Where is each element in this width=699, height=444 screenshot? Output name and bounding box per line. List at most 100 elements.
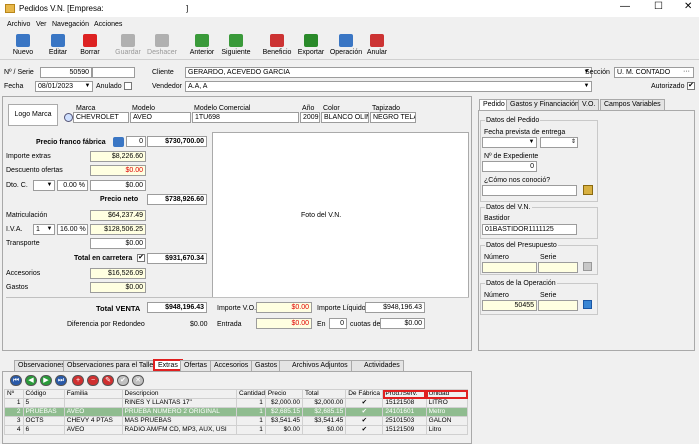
oper-open-icon[interactable] [583,300,592,309]
col-total[interactable]: Total [301,389,347,399]
fecha-entrega-dropdown-icon[interactable]: ▼ [527,138,536,147]
tab-campos-variables[interactable]: Campos Variables [600,99,665,110]
table-row[interactable]: 4 6 AVEO RADIO AM/FM CD, MP3, AUX, USI 1 $0.0… [4,425,469,435]
tab-gastos[interactable]: Gastos [251,360,282,371]
iva-dropdown-icon[interactable]: ▼ [45,225,54,234]
autorizado-checkbox[interactable]: ✔ [687,82,695,90]
borrar-button[interactable]: Borrar [71,30,109,68]
carretera-checkbox[interactable]: ✔ [137,254,145,262]
nav-prev-button[interactable]: ◀ [25,375,37,386]
siguiente-button[interactable]: Siguiente [217,30,255,68]
col-codigo[interactable]: Código [22,389,65,399]
modelo-comercial-field[interactable]: 1TU698 [192,112,299,123]
tab-vo[interactable]: V.O. [578,99,600,110]
guardar-button[interactable]: Guardar [109,30,147,68]
importe-vo-label: Importe V.O. [217,305,257,312]
gastos-field: $0.00 [90,282,146,293]
tab-accesorios[interactable]: Accesorios [210,360,253,371]
anio-field[interactable]: 2009 [300,112,320,123]
cancel-row-button[interactable]: ✕ [132,375,144,386]
franco-field[interactable]: $730,700.00 [147,136,207,147]
col-num[interactable]: Nº [4,389,24,399]
menu-archivo[interactable]: Archivo [7,20,30,29]
close-button[interactable]: ✕ [684,2,692,12]
add-row-button[interactable]: + [72,375,84,386]
nav-next-button[interactable]: ▶ [40,375,52,386]
tab-gastos-financiacion[interactable]: Gastos y Financiación [506,99,583,110]
logo-marca: Logo Marca [8,104,58,126]
vendedor-dropdown-icon[interactable]: ▼ [582,82,591,91]
col-unidad[interactable]: Unidad [425,389,469,399]
search-icon[interactable] [64,113,73,122]
fecha-dropdown-icon[interactable]: ▼ [83,82,92,91]
seccion-more-icon[interactable]: ··· [683,67,690,76]
nuevo-button[interactable]: Nuevo [4,30,42,68]
color-field[interactable]: BLANCO OLIMF [321,112,369,123]
dto-pct-field[interactable]: 0.00 % [57,180,88,191]
menu-ver[interactable]: Ver [36,20,47,29]
edit-row-button[interactable]: ✎ [102,375,114,386]
tab-extras[interactable]: Extras [153,359,183,371]
anterior-button[interactable]: Anterior [183,30,221,68]
conocio-field[interactable] [482,185,577,196]
delete-row-button[interactable]: − [87,375,99,386]
cliente-field[interactable]: GERARDO, ACEVEDO GARCIA [185,67,592,78]
tab-observaciones[interactable]: Observaciones [14,360,69,371]
presu-open-icon[interactable] [583,262,592,271]
cell-cantidad: 1 [235,398,266,408]
lookup-icon[interactable] [583,185,593,195]
beneficio-button[interactable]: Beneficio [258,30,296,68]
window-title: Pedidos V.N. [Empresa: [19,4,104,13]
cell-de-fabrica[interactable]: ✔ [345,407,384,417]
col-familia[interactable]: Familia [63,389,123,399]
table-row[interactable]: 2 PRUEBAS AVEO PRUEBA NUMERO 2 ORIGINAL 1 $2,… [4,407,469,417]
hora-spinner-icon[interactable]: ⇕ [569,138,578,147]
cuotas-label: cuotas de [350,321,381,328]
col-descripcion[interactable]: Descripcion [121,389,237,399]
cell-de-fabrica[interactable]: ✔ [345,416,384,426]
tab-observaciones-taller[interactable]: Observaciones para el Taller [63,360,160,371]
cell-de-fabrica[interactable]: ✔ [345,398,384,408]
deshacer-button[interactable]: Deshacer [143,30,181,68]
table-row[interactable]: 1 5 RINES Y LLANTAS 17" 1 $2,000.00 $2,000.00… [4,398,469,408]
serie-number-field[interactable]: 50590 [40,67,92,78]
anular-button[interactable]: Anular [358,30,396,68]
cuotas-count-field[interactable]: 0 [329,318,347,329]
expediente-field[interactable]: 0 [482,161,537,172]
franco-qty-field[interactable]: 0 [126,136,146,147]
cuotas-field[interactable]: $0.00 [380,318,425,329]
tab-pedido[interactable]: Pedido [479,99,509,110]
tab-actividades[interactable]: Actividades [351,360,404,371]
dto-field[interactable]: $0.00 [90,180,146,191]
tapizado-field[interactable]: NEGRO TELA [370,112,416,123]
cell-de-fabrica[interactable]: ✔ [345,425,384,435]
iva-pct-field[interactable]: 16.00 % [57,224,88,235]
dto-dropdown-icon[interactable]: ▼ [45,181,54,190]
nav-first-button[interactable]: ⏮ [10,375,22,386]
vendedor-field[interactable]: A.A, A [185,81,592,92]
col-precio[interactable]: Precio [264,389,303,399]
serie-field[interactable] [92,67,135,78]
menu-navegacion[interactable]: Navegación [52,20,89,29]
minimize-button[interactable]: — [620,2,630,12]
col-cantidad[interactable]: Cantidad [235,389,266,399]
modelo-field[interactable]: AVEO [130,112,191,123]
table-row[interactable]: 3 OCTS CHEVY 4 PTAS MAS PRUEBAS 1 $3,541.45 $3… [4,416,469,426]
post-row-button[interactable]: ✔ [117,375,129,386]
col-prod-serv[interactable]: Prod./Serv. [382,389,427,399]
col-de-fabrica[interactable]: De Fábrica [345,389,384,399]
marca-field[interactable]: CHEVROLET [73,112,129,123]
menu-acciones[interactable]: Acciones [94,20,122,29]
tab-ofertas[interactable]: Ofertas [180,360,211,371]
tab-archivos-adjuntos[interactable]: Archivos Adjuntos [279,360,352,371]
seccion-field[interactable]: U. M. CONTADO [614,67,694,78]
anulado-checkbox[interactable] [124,82,132,90]
maximize-button[interactable]: ☐ [654,2,663,12]
franco-label: Precio franco fábrica [36,139,106,146]
calculator-icon[interactable] [113,137,124,147]
nav-last-button[interactable]: ⏭ [55,375,67,386]
bastidor-field[interactable]: 01BASTIDOR1111125 [482,224,577,235]
serie-label: Nº / Serie [4,69,34,76]
transporte-field[interactable]: $0.00 [90,238,146,249]
vehicle-photo[interactable]: Foto del V.N. [212,132,469,298]
